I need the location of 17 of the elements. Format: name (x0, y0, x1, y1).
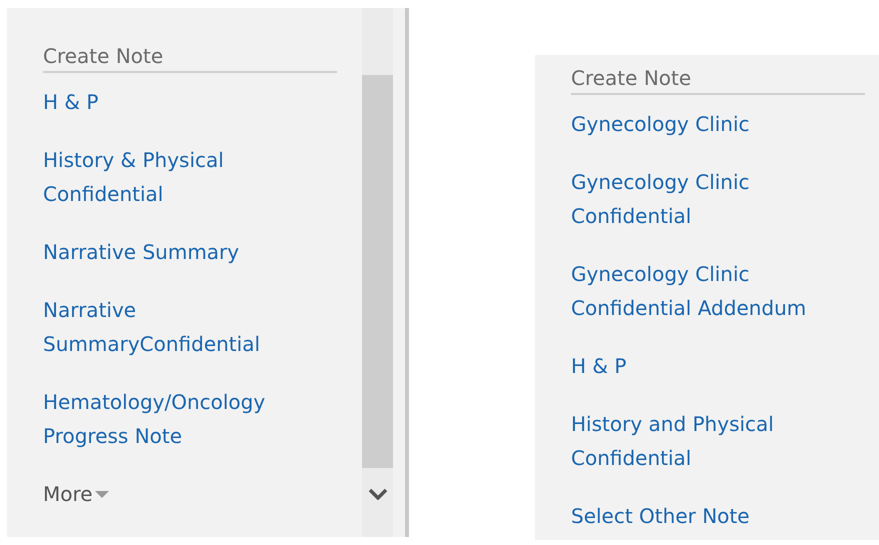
note-type-link[interactable]: Hematology/Oncology Progress Note (43, 385, 266, 453)
note-type-link[interactable]: History and Physical Confidential (571, 407, 774, 475)
note-type-link[interactable]: Narrative SummaryConfidential (43, 293, 260, 361)
note-type-link[interactable]: Select Other Note (571, 499, 750, 533)
note-type-link[interactable]: H & P (571, 349, 626, 383)
note-type-link[interactable]: Gynecology Clinic Confidential (571, 165, 750, 233)
caret-icon (94, 490, 109, 498)
more-dropdown[interactable]: More (43, 477, 109, 511)
note-type-link[interactable]: Gynecology Clinic Confidential Addendum (571, 257, 806, 325)
note-type-link[interactable]: Narrative Summary (43, 235, 240, 269)
chevron-down-icon[interactable] (368, 488, 388, 500)
note-type-link[interactable]: History & Physical Confidential (43, 143, 224, 211)
note-type-link[interactable]: H & P (43, 85, 98, 119)
panel-heading: Create Note (571, 66, 865, 95)
panel-heading: Create Note (43, 44, 337, 73)
scrollbar-thumb[interactable] (362, 75, 393, 468)
note-type-link[interactable]: Gynecology Clinic (571, 107, 750, 141)
